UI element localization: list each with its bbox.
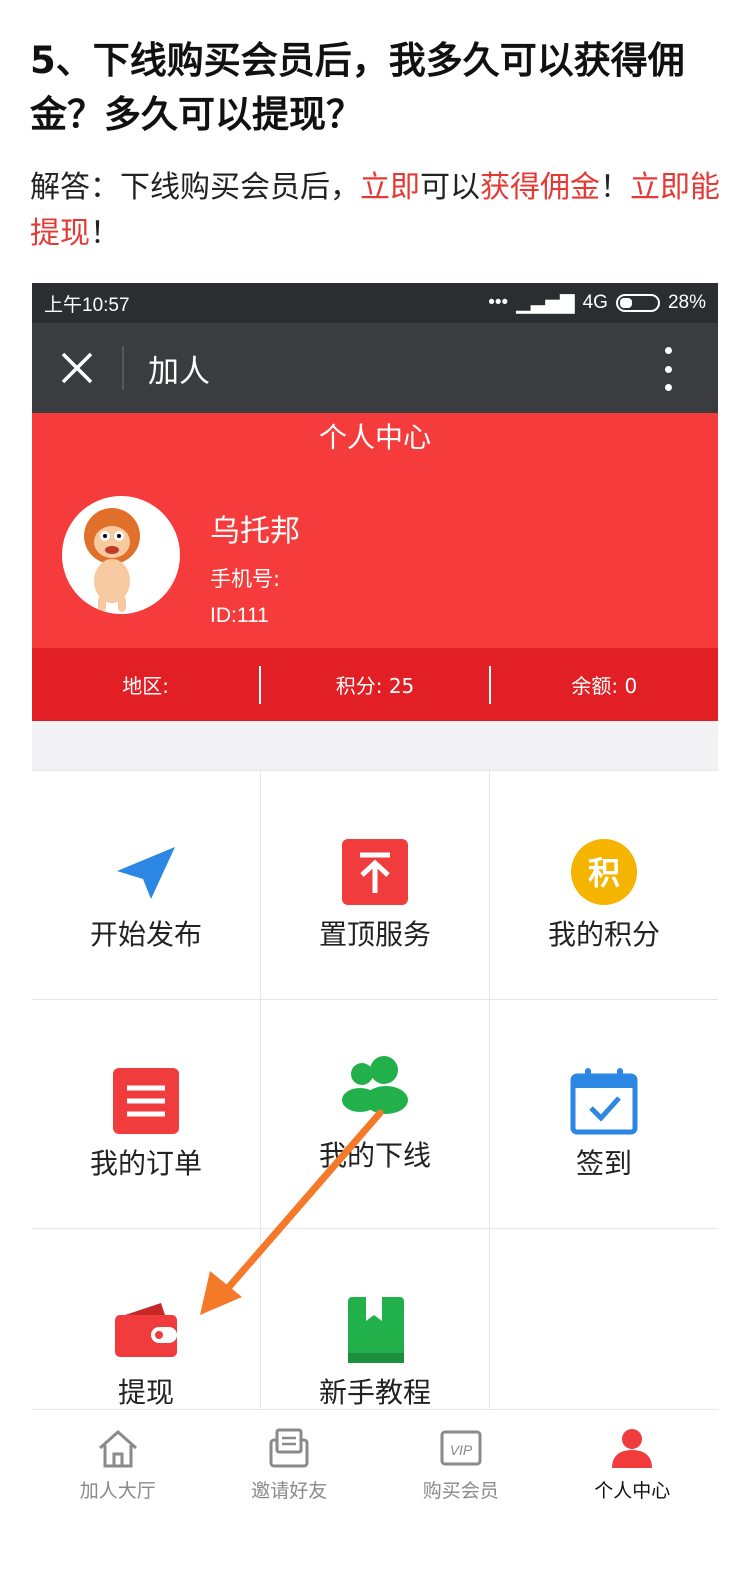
tab-label: 个人中心 (594, 1480, 671, 1502)
wallet-icon (115, 1303, 177, 1357)
stats-bar: 地区: 积分: 25 余额: 0 (32, 648, 718, 721)
grid-item-label: 置顶服务 (318, 918, 431, 951)
team-icon (342, 1056, 408, 1114)
grid-item-checkin[interactable]: 签到 (490, 1000, 718, 1228)
user-name: 乌托邦 (210, 514, 300, 549)
vip-text: VIP (449, 1442, 472, 1458)
monkey-avatar-icon (84, 508, 140, 612)
grid-item-my-points[interactable]: 积 我的积分 (490, 771, 718, 999)
profile-card: 乌托邦 手机号: ID:111 (32, 463, 718, 648)
close-button[interactable] (32, 323, 122, 413)
tab-label: 邀请好友 (251, 1480, 328, 1502)
stat-points: 积分: 25 (335, 674, 415, 698)
more-dot-icon (664, 365, 672, 373)
user-id: ID:111 (210, 604, 269, 627)
invite-icon (269, 1428, 309, 1468)
grid-item-publish[interactable]: 开始发布 (32, 771, 260, 999)
paper-plane-icon (117, 847, 175, 899)
grid-item-top-service[interactable]: 置顶服务 (261, 771, 489, 999)
points-glyph: 积 (588, 854, 620, 892)
answer-mid-2: ！ (600, 170, 630, 205)
more-menu-button[interactable] (658, 347, 678, 391)
stat-balance: 余额: 0 (571, 674, 638, 698)
more-dot-icon (664, 384, 672, 391)
tab-label: 加人大厅 (79, 1480, 156, 1502)
title-divider (122, 346, 124, 390)
battery-percent: 28% (667, 292, 706, 313)
status-bar: 上午10:57 ••• ▁▃▅▇ 4G 28% (32, 283, 718, 323)
tab-hall[interactable]: 加人大厅 (32, 1410, 204, 1533)
page-title: 个人中心 (32, 413, 718, 463)
points-icon: 积 (571, 839, 637, 905)
user-phone: 手机号: (210, 567, 281, 591)
grid-item-label: 我的积分 (547, 918, 660, 951)
grid-item-label: 开始发布 (89, 918, 202, 951)
close-icon (61, 352, 93, 384)
tab-invite[interactable]: 邀请好友 (204, 1410, 376, 1533)
grid-item-my-orders[interactable]: 我的订单 (32, 1000, 260, 1228)
home-icon (98, 1429, 137, 1468)
more-dots-icon: ••• (488, 292, 509, 313)
answer-suffix: ！ (90, 216, 120, 251)
battery-icon (615, 294, 660, 312)
status-icons: ••• ▁▃▅▇ 4G 28% (488, 292, 706, 315)
faq-answer: 解答：下线购买会员后，立即可以获得佣金！立即能提现！ (30, 165, 720, 257)
answer-mid-1: 可以 (420, 170, 480, 205)
phone-screenshot: 上午10:57 ••• ▁▃▅▇ 4G 28% 加人 个人中心 乌托邦 手机号:… (32, 283, 718, 1533)
signal-icon: ▁▃▅▇ (516, 292, 575, 314)
faq-title: 5、下线购买会员后，我多久可以获得佣金？多久可以提现？ (30, 39, 685, 136)
grid-item-label: 我的订单 (89, 1147, 202, 1180)
book-icon (348, 1297, 404, 1363)
bottom-tab-bar: 加人大厅 邀请好友 VIP 购买会员 个人中心 (32, 1409, 718, 1533)
answer-prefix: 解答：下线购买会员后， (30, 170, 360, 205)
calendar-check-icon (570, 1068, 638, 1135)
tab-profile[interactable]: 个人中心 (547, 1410, 719, 1533)
vip-icon: VIP (440, 1430, 482, 1466)
answer-highlight-1: 立即 (360, 170, 420, 205)
pin-top-icon (342, 839, 408, 905)
grid-item-label: 提现 (117, 1376, 174, 1409)
title-bar: 加人 (32, 323, 718, 413)
tab-label: 购买会员 (422, 1480, 499, 1502)
network-label: 4G (582, 292, 608, 313)
tab-buy-member[interactable]: VIP 购买会员 (375, 1410, 547, 1533)
grid-item-label: 签到 (575, 1147, 632, 1180)
feature-grid: 开始发布 置顶服务 积 我的积分 我的订单 我的下线 签到 提现 新手教程 (32, 770, 718, 1457)
grid-item-label: 新手教程 (318, 1376, 431, 1409)
more-dot-icon (664, 347, 672, 354)
grid-item-label: 我的下线 (318, 1139, 431, 1172)
status-time: 上午10:57 (44, 294, 130, 316)
grid-item-my-downline[interactable]: 我的下线 (261, 1000, 489, 1228)
app-title: 加人 (148, 353, 210, 390)
avatar[interactable] (62, 496, 180, 614)
user-icon (612, 1429, 653, 1468)
answer-highlight-2: 获得佣金 (480, 170, 600, 205)
order-list-icon (113, 1068, 179, 1134)
stat-region: 地区: (122, 674, 170, 698)
